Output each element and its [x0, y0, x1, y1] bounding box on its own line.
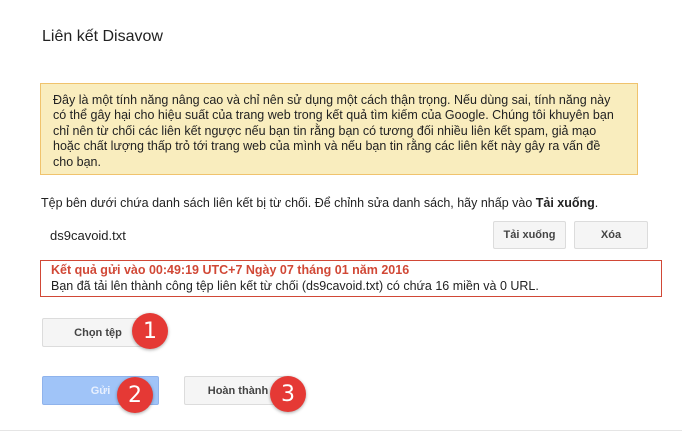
instruction-main: Tệp bên dưới chứa danh sách liên kết bị … — [41, 196, 536, 210]
result-title: Kết quả gửi vào 00:49:19 UTC+7 Ngày 07 t… — [51, 263, 410, 277]
instruction-text: Tệp bên dưới chứa danh sách liên kết bị … — [41, 196, 598, 210]
delete-button[interactable]: Xóa — [574, 221, 648, 249]
warning-line: có thể gây hại cho hiệu suất của trang w… — [53, 108, 614, 123]
page-title: Liên kết Disavow — [42, 28, 163, 45]
download-button[interactable]: Tải xuống — [493, 221, 566, 249]
warning-line: chỉ nên từ chối các liên kết ngược nếu b… — [53, 123, 597, 138]
submission-result-box: Kết quả gửi vào 00:49:19 UTC+7 Ngày 07 t… — [40, 260, 662, 297]
warning-line: cho bạn. — [53, 154, 101, 169]
instruction-download-word: Tải xuống — [535, 196, 595, 210]
step-badge-1: 1 — [132, 313, 168, 349]
warning-line: hoặc chất lượng thấp trỏ tới trang web c… — [53, 139, 601, 154]
instruction-period: . — [594, 196, 599, 210]
step-badge-3: 3 — [270, 376, 306, 412]
file-name: ds9cavoid.txt — [50, 228, 126, 243]
warning-box: Đây là một tính năng nâng cao và chỉ nên… — [40, 83, 638, 175]
result-message: Bạn đã tải lên thành công tệp liên kết t… — [51, 279, 539, 293]
warning-line: Đây là một tính năng nâng cao và chỉ nên… — [53, 93, 611, 107]
step-badge-2: 2 — [117, 377, 153, 413]
bottom-divider — [0, 430, 682, 431]
